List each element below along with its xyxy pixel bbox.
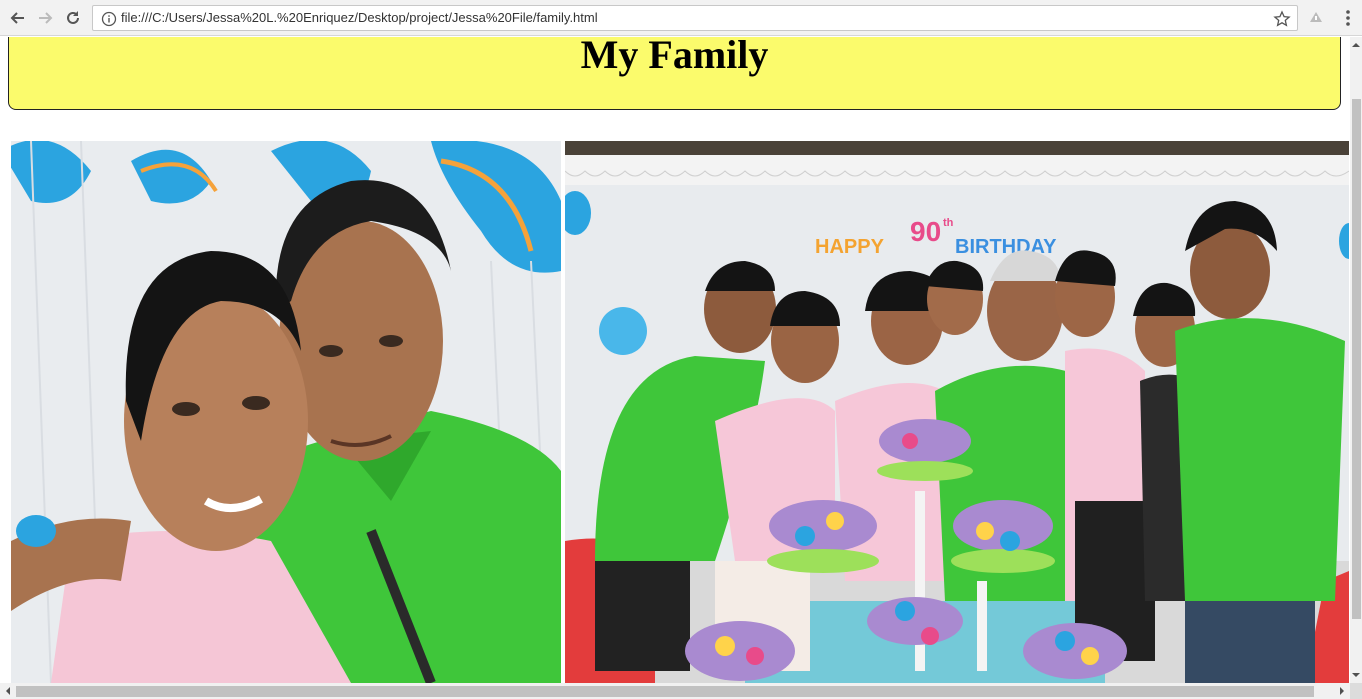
vertical-scroll-thumb[interactable] <box>1352 99 1361 619</box>
scroll-down-icon[interactable] <box>1352 671 1360 679</box>
banner-suffix: th <box>943 217 954 229</box>
banner-number: 90 <box>910 216 941 247</box>
extension-icon[interactable] <box>1306 8 1326 28</box>
scrollbar-corner <box>1350 683 1362 699</box>
birthday-group-photo: HAPPY 90 th BIRTHDAY <box>565 141 1349 683</box>
back-button[interactable] <box>6 6 30 30</box>
scroll-right-icon[interactable] <box>1338 687 1346 695</box>
page-title: My Family <box>580 37 769 77</box>
reload-button[interactable] <box>61 6 85 30</box>
menu-icon[interactable] <box>1338 8 1358 28</box>
forward-button[interactable] <box>33 6 57 30</box>
info-icon[interactable] <box>101 11 117 27</box>
horizontal-scrollbar[interactable] <box>0 683 1350 699</box>
url-text[interactable]: file:///C:/Users/Jessa%20L.%20Enriquez/D… <box>121 10 598 25</box>
horizontal-scroll-thumb[interactable] <box>16 686 1314 697</box>
scroll-up-icon[interactable] <box>1352 41 1360 49</box>
page-viewport: My Family HAPPY 90 th BIRTHDAY <box>0 37 1350 683</box>
reload-icon <box>67 11 79 24</box>
star-icon[interactable] <box>1273 10 1291 28</box>
address-bar[interactable]: file:///C:/Users/Jessa%20L.%20Enriquez/D… <box>92 5 1298 31</box>
forward-icon <box>39 12 53 24</box>
couple-photo <box>11 141 561 683</box>
banner-happy: HAPPY <box>815 236 885 258</box>
page-header: My Family <box>8 37 1341 110</box>
scroll-left-icon[interactable] <box>4 687 12 695</box>
browser-toolbar: file:///C:/Users/Jessa%20L.%20Enriquez/D… <box>0 0 1362 36</box>
vertical-scrollbar[interactable] <box>1350 37 1362 683</box>
back-icon <box>10 12 24 24</box>
